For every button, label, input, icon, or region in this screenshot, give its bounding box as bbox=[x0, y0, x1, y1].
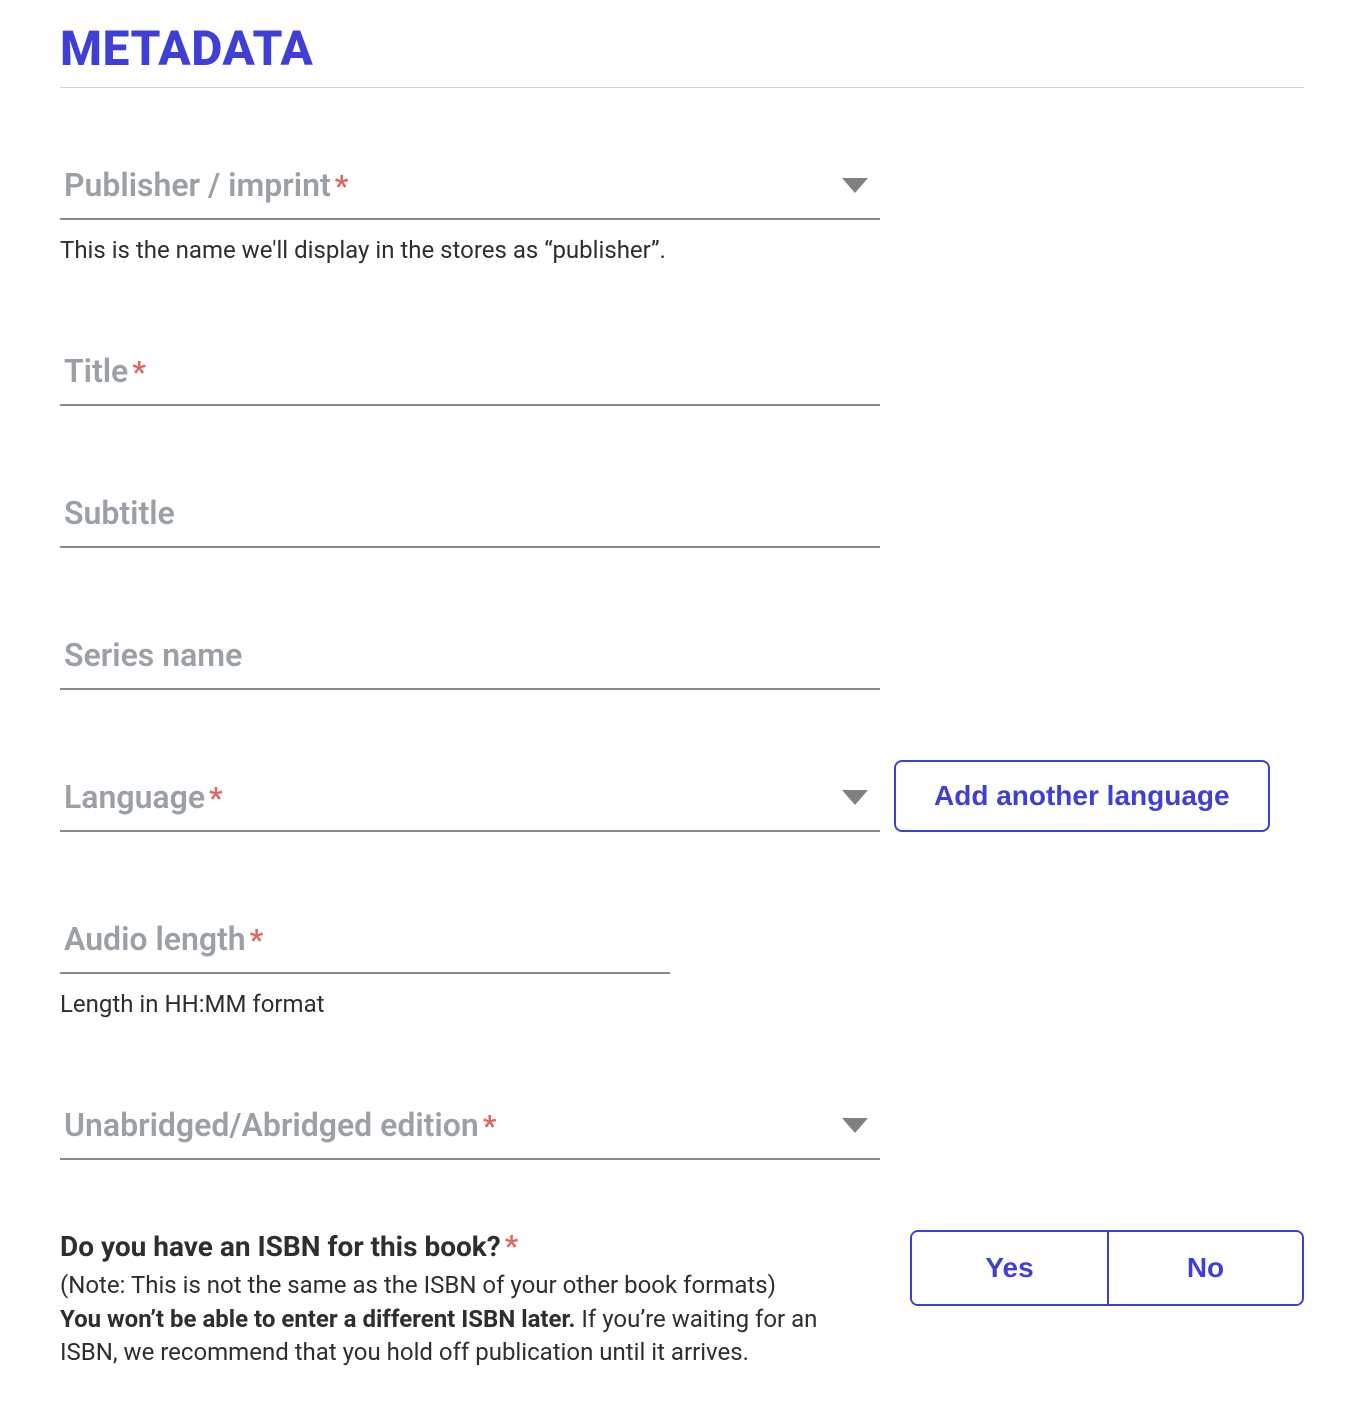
required-icon: * bbox=[483, 1112, 497, 1142]
isbn-note-bold: You won’t be able to enter a different I… bbox=[60, 1305, 575, 1333]
isbn-question: Do you have an ISBN for this book? bbox=[60, 1230, 501, 1263]
isbn-yes-button[interactable]: Yes bbox=[912, 1232, 1107, 1304]
audio-length-helper: Length in HH:MM format bbox=[60, 990, 1304, 1018]
chevron-down-icon bbox=[842, 1118, 868, 1133]
edition-select[interactable]: Unabridged/Abridged edition * bbox=[60, 1088, 880, 1160]
publisher-select[interactable]: Publisher / imprint * bbox=[60, 148, 880, 220]
add-another-language-button[interactable]: Add another language bbox=[894, 760, 1270, 832]
publisher-helper: This is the name we'll display in the st… bbox=[60, 236, 1304, 264]
series-name-label: Series name bbox=[64, 636, 242, 674]
subtitle-input[interactable]: Subtitle bbox=[60, 476, 880, 548]
section-divider bbox=[60, 87, 1304, 88]
required-icon: * bbox=[335, 172, 349, 202]
audio-length-label: Audio length bbox=[64, 920, 246, 958]
language-label: Language bbox=[64, 778, 205, 816]
required-icon: * bbox=[132, 358, 146, 388]
isbn-note-paren: (Note: This is not the same as the ISBN … bbox=[60, 1271, 776, 1299]
title-label: Title bbox=[64, 352, 128, 390]
required-icon: * bbox=[505, 1229, 519, 1264]
subtitle-label: Subtitle bbox=[64, 494, 175, 532]
isbn-toggle-group: Yes No bbox=[910, 1230, 1304, 1306]
isbn-no-button[interactable]: No bbox=[1107, 1232, 1302, 1304]
audio-length-input[interactable]: Audio length * bbox=[60, 902, 670, 974]
publisher-label: Publisher / imprint bbox=[64, 166, 331, 204]
series-name-input[interactable]: Series name bbox=[60, 618, 880, 690]
required-icon: * bbox=[250, 926, 264, 956]
section-title: METADATA bbox=[60, 20, 1304, 77]
chevron-down-icon bbox=[842, 178, 868, 193]
language-select[interactable]: Language * bbox=[60, 760, 880, 832]
chevron-down-icon bbox=[842, 790, 868, 805]
title-input[interactable]: Title * bbox=[60, 334, 880, 406]
edition-label: Unabridged/Abridged edition bbox=[64, 1106, 479, 1144]
required-icon: * bbox=[209, 784, 223, 814]
